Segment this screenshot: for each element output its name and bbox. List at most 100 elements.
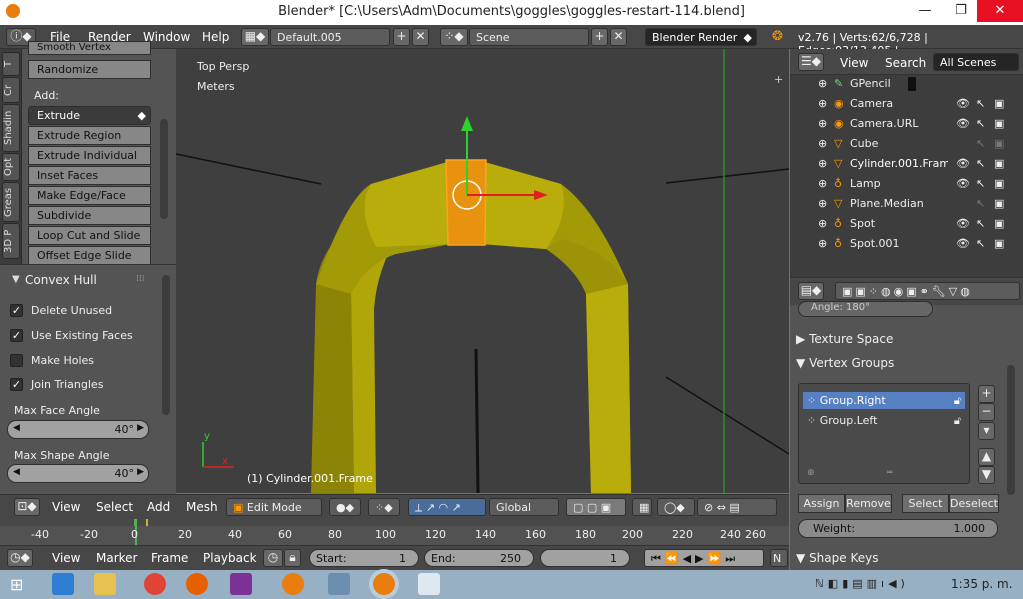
weight-field[interactable]: Weight: 1.000 [798,519,998,538]
occlude-toggle[interactable]: ▦ [632,498,652,516]
expand-icon[interactable]: ⊕ [818,157,827,170]
list-grip-icon[interactable]: ═ [887,468,892,478]
make-holes-checkbox[interactable] [10,354,23,367]
delete-unused-checkbox[interactable]: ✓ [10,304,23,317]
outliner-filter-select[interactable]: All Scenes [933,53,1019,71]
render-camera-icon[interactable]: ▣ [994,237,1004,250]
menu-view[interactable]: View [52,500,80,514]
visibility-eye-icon[interactable]: 👁︎ [956,117,970,130]
menu-marker[interactable]: Marker [96,551,137,565]
windows-start-icon[interactable]: ⊞ [10,575,23,594]
angle-field[interactable]: Angle: 180° [798,301,933,317]
snap-settings[interactable]: ⊘ ⇔ ▤ [697,498,777,516]
chrome-icon[interactable] [144,573,166,595]
outliner-editor-icon[interactable]: ☰◆ [798,53,824,71]
photos-icon[interactable] [328,573,350,595]
restore-button[interactable]: ❐ [944,0,978,22]
loop-cut-slide-button[interactable]: Loop Cut and Slide [28,226,151,245]
menu-outliner-view[interactable]: View [840,56,868,70]
join-triangles-checkbox[interactable]: ✓ [10,378,23,391]
remove-layout-button[interactable]: ✕ [412,28,429,46]
outliner-scrollbar[interactable] [794,261,970,269]
edge-icon[interactable] [52,573,74,595]
screen-layout-icon[interactable]: ▦◆ [241,28,269,46]
selectable-cursor-icon[interactable]: ↖ [976,157,985,170]
menu-mesh[interactable]: Mesh [186,500,218,514]
render-camera-icon[interactable]: ▣ [994,157,1004,170]
manipulator-toggle[interactable]: ⟂ ↗ ◠ ↗ [408,498,486,516]
frame-bridge-left[interactable] [364,161,451,247]
properties-context-tabs[interactable]: ▣▣⁘◍◉▣⚭🔧︎▽◍ [835,282,1020,300]
scene-field[interactable]: Scene [469,28,589,46]
selectable-cursor-icon[interactable]: ↖ [976,237,985,250]
outliner-row-spot[interactable]: ⊕ ♁ Spot 👁︎ ↖ ▣ [790,217,1015,237]
firefox-icon[interactable] [186,573,208,595]
operator-scrollbar[interactable] [162,275,170,415]
vertex-group-specials-button[interactable]: ▾ [978,422,995,440]
tab-grease-pencil[interactable]: Greas [2,182,20,222]
tab-tools[interactable]: T [2,52,20,76]
inset-faces-button[interactable]: Inset Faces [28,166,151,185]
outliner-row-plane-median[interactable]: ⊕ ▽ Plane.Median ↖ ▣ [790,197,1015,217]
visibility-eye-icon[interactable]: 👁︎ [956,157,970,170]
close-button[interactable]: ✕ [977,0,1023,22]
3d-viewport[interactable]: y x Top Persp Meters (1) Cylinder.001.Fr… [176,49,789,493]
offset-edge-slide-button[interactable]: Offset Edge Slide [28,246,151,265]
vertex-groups-panel[interactable]: ▼ Vertex Groups [796,353,999,373]
selectable-cursor-icon[interactable]: ↖ [976,177,985,190]
selectable-cursor-icon[interactable]: ↖ [976,97,985,110]
make-edge-face-button[interactable]: Make Edge/Face [28,186,151,205]
file-explorer-icon[interactable] [94,573,116,595]
viewport-canvas[interactable]: y x [176,49,789,493]
use-existing-faces-checkbox[interactable]: ✓ [10,329,23,342]
lock-icon[interactable]: 🔒︎ [284,549,301,567]
menu-frame[interactable]: Frame [151,551,188,565]
lock-icon[interactable]: 🔓︎ [954,414,961,428]
expand-icon[interactable]: ⊕ [818,237,827,250]
selectable-cursor-icon[interactable]: ↖ [976,197,985,210]
timeline-ruler[interactable]: -40 -20 0 20 40 60 80 100 120 140 160 18… [0,519,789,545]
menu-playback[interactable]: Playback [203,551,257,565]
properties-scrollbar[interactable] [1007,365,1015,495]
selectable-cursor-icon[interactable]: ↖ [976,137,985,150]
remove-scene-button[interactable]: ✕ [610,28,627,46]
onenote-icon[interactable] [230,573,252,595]
menu-add[interactable]: Add [147,500,170,514]
drag-grip-icon[interactable]: ⁞⁞⁞ [136,274,145,284]
menu-timeline-view[interactable]: View [52,551,80,565]
notepad-icon[interactable] [418,573,440,595]
selectable-cursor-icon[interactable]: ↖ [976,217,985,230]
timeline-editor-icon[interactable]: ◷◆ [7,549,33,567]
expand-icon[interactable]: ⊕ [818,117,827,130]
lock-icon[interactable]: 🔓︎ [954,394,961,408]
outliner-row-spot-001[interactable]: ⊕ ♁ Spot.001 👁︎ ↖ ▣ [790,237,1015,257]
remove-vertex-group-button[interactable]: − [978,403,995,421]
screen-layout-field[interactable]: Default.005 [270,28,390,46]
expand-icon[interactable]: ⊕ [818,177,827,190]
frame-bridge-right[interactable] [481,161,564,249]
select-mode-buttons[interactable]: ▢ ▢ ▣ [566,498,626,516]
smooth-vertex-button[interactable]: Smooth Vertex [28,41,151,55]
move-group-down-button[interactable]: ▼ [978,466,995,484]
proportional-edit-select[interactable]: ◯◆ [657,498,695,516]
playback-controls[interactable]: ⏮⏪◀▶⏩⏭ [644,549,764,567]
keying-toggle[interactable]: N [770,549,788,567]
taskbar-clock[interactable]: 1:35 p. m. [951,577,1013,591]
vertex-group-item-right[interactable]: ⁘ Group.Right 🔓︎ [803,392,965,409]
visibility-eye-icon[interactable]: 👁︎ [956,217,970,230]
render-camera-icon[interactable]: ▣ [994,177,1004,190]
frame-right-leg-face[interactable] [586,284,631,493]
outliner-row-cylinder-frame[interactable]: ⊕ ▽ Cylinder.001.Frame 👁︎ ↖ ▣ [790,157,1015,177]
move-group-up-button[interactable]: ▲ [978,448,995,466]
tab-3d-print[interactable]: 3D P [2,223,20,259]
deselect-button[interactable]: Deselect [949,494,999,513]
render-camera-icon[interactable]: ▣ [994,137,1004,150]
resize-handle-icon[interactable]: ⊕ [807,468,815,478]
mode-select[interactable]: ▣ Edit Mode [226,498,322,516]
expand-icon[interactable]: ⊕ [818,137,827,150]
subdivide-button[interactable]: Subdivide [28,206,151,225]
system-tray-icons[interactable]: ℕ◧▮▤▥ı◀) [815,577,909,590]
visibility-eye-icon[interactable]: 👁︎ [956,237,970,250]
shading-select[interactable]: ●◆ [329,498,361,516]
add-vertex-group-button[interactable]: + [978,385,995,403]
